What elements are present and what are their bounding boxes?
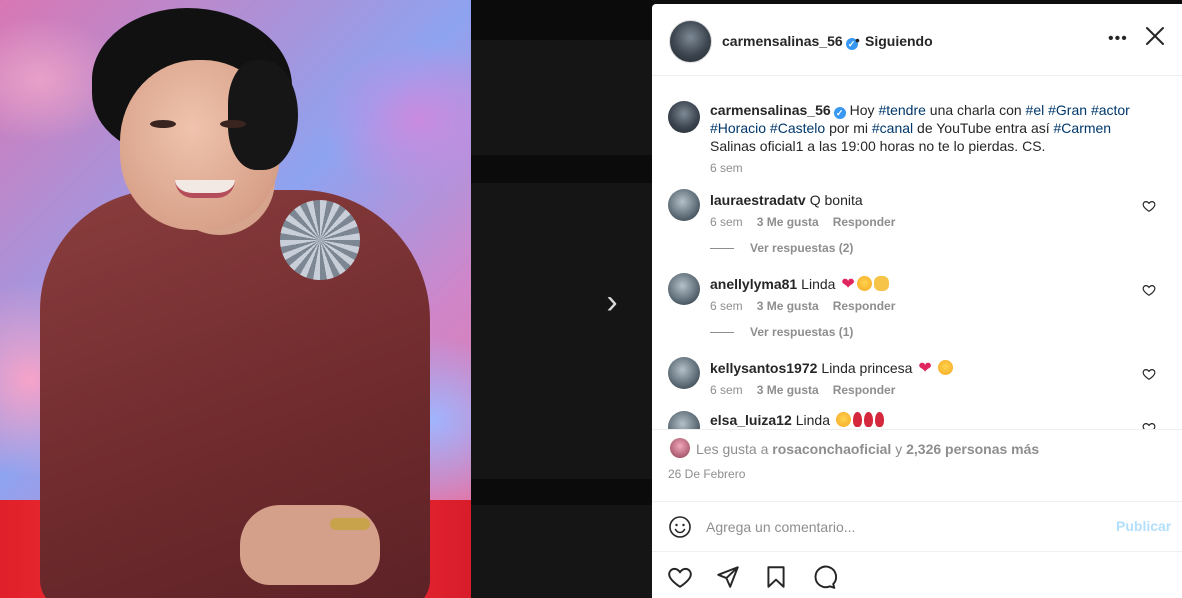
commenter-username[interactable]: kellysantos1972 xyxy=(710,360,817,376)
commenter-avatar[interactable] xyxy=(668,273,700,305)
hashtag[interactable]: #Horacio xyxy=(710,120,766,136)
hashtag[interactable]: #Castelo xyxy=(770,120,825,136)
hashtag[interactable]: #Carmen xyxy=(1054,120,1112,136)
like-comment-heart-icon[interactable] xyxy=(1142,367,1156,381)
red-heart-emoji-icon: ❤ xyxy=(841,276,855,293)
commenter-avatar[interactable] xyxy=(668,189,700,221)
commenter-username[interactable]: lauraestradatv xyxy=(710,192,806,208)
more-horizontal-icon[interactable]: ••• xyxy=(1108,30,1128,48)
rose-emoji-icon xyxy=(874,412,884,427)
caption-text: carmensalinas_56 ✓ Hoy #tendre una charla … xyxy=(710,102,1130,154)
smiling-hearts-emoji-icon xyxy=(835,412,851,427)
hashtag[interactable]: #el xyxy=(1026,102,1045,118)
comment-meta: 6 sem 3 Me gusta Responder xyxy=(710,299,909,313)
verified-badge-icon: ✓ xyxy=(833,107,846,119)
reply-button[interactable]: Responder xyxy=(833,383,896,397)
reply-button[interactable]: Responder xyxy=(833,215,896,229)
comment-text: Linda xyxy=(801,276,836,292)
view-replies-button[interactable]: Ver respuestas (2) xyxy=(710,241,853,255)
like-heart-icon[interactable] xyxy=(667,564,693,590)
modal-backdrop xyxy=(471,0,652,598)
post-photo xyxy=(0,0,471,598)
hashtag[interactable]: #actor xyxy=(1091,102,1130,118)
publish-button[interactable]: Publicar xyxy=(1116,518,1171,534)
commenter-avatar[interactable] xyxy=(668,411,700,429)
author-avatar[interactable] xyxy=(669,20,712,63)
heart-eyes-emoji-icon xyxy=(937,360,953,375)
emoji-picker-icon[interactable] xyxy=(668,515,692,539)
close-icon[interactable] xyxy=(1143,24,1167,48)
clapping-hands-emoji-icon xyxy=(873,276,889,291)
comment-likes[interactable]: 3 Me gusta xyxy=(757,215,819,229)
comment-meta: 6 sem 3 Me gusta Responder xyxy=(710,215,909,229)
hashtag[interactable]: #canal xyxy=(872,120,913,136)
brooch xyxy=(280,200,360,280)
heart-eyes-emoji-icon xyxy=(856,276,872,291)
rose-emoji-icon xyxy=(863,412,873,427)
reply-button[interactable]: Responder xyxy=(833,299,896,313)
like-comment-heart-icon[interactable] xyxy=(1142,199,1156,213)
like-comment-heart-icon[interactable] xyxy=(1142,421,1156,429)
comment-time: 6 sem xyxy=(710,215,743,229)
likes-section: Les gusta a rosaconchaoficial y 2,326 pe… xyxy=(652,429,1182,501)
comments-list[interactable]: carmensalinas_56 ✓ Hoy #tendre una charla … xyxy=(652,77,1182,429)
red-heart-emoji-icon: ❤ xyxy=(918,360,932,377)
author-username[interactable]: carmensalinas_56 ✓ xyxy=(722,33,858,50)
comment-meta: 6 sem 3 Me gusta Responder xyxy=(710,383,909,397)
comment-text: Linda xyxy=(795,412,830,428)
comment-time: 6 sem xyxy=(710,383,743,397)
post-detail-panel: carmensalinas_56 ✓ • Siguiendo ••• carmen… xyxy=(652,4,1182,598)
comment-text: Linda princesa xyxy=(821,360,913,376)
caption-username[interactable]: carmensalinas_56 ✓ xyxy=(710,102,846,119)
next-arrow-icon[interactable]: › xyxy=(601,285,623,319)
commenter-avatar[interactable] xyxy=(668,357,700,389)
hashtag[interactable]: #Gran xyxy=(1048,102,1087,118)
comment-text: Q bonita xyxy=(809,192,863,208)
separator-dot: • xyxy=(855,32,860,48)
commenter-username[interactable]: anellylyma81 xyxy=(710,276,797,292)
comment-bubble-icon[interactable] xyxy=(811,564,837,590)
comment-likes[interactable]: 3 Me gusta xyxy=(757,383,819,397)
likes-summary[interactable]: Les gusta a rosaconchaoficial y 2,326 pe… xyxy=(696,441,1039,457)
first-liker[interactable]: rosaconchaoficial xyxy=(772,441,891,457)
like-comment-heart-icon[interactable] xyxy=(1142,283,1156,297)
hashtag[interactable]: #tendre xyxy=(878,102,925,118)
view-replies-button[interactable]: Ver respuestas (1) xyxy=(710,325,853,339)
comment-time: 6 sem xyxy=(710,299,743,313)
rose-emoji-icon xyxy=(852,412,862,427)
share-send-icon[interactable] xyxy=(715,564,741,590)
post-date: 26 De Febrero xyxy=(668,467,746,481)
author-avatar[interactable] xyxy=(668,101,700,133)
other-likers[interactable]: 2,326 personas más xyxy=(906,441,1039,457)
post-actions-bar xyxy=(652,551,1182,598)
post-header: carmensalinas_56 ✓ • Siguiendo ••• xyxy=(652,4,1182,76)
comment-composer: Publicar xyxy=(652,501,1182,551)
comment-likes[interactable]: 3 Me gusta xyxy=(757,299,819,313)
following-button[interactable]: Siguiendo xyxy=(865,33,933,49)
caption-time: 6 sem xyxy=(710,161,743,175)
comment-input[interactable] xyxy=(706,510,1096,544)
save-bookmark-icon[interactable] xyxy=(763,564,789,590)
commenter-username[interactable]: elsa_luiza12 xyxy=(710,412,792,428)
liker-avatar[interactable] xyxy=(670,438,690,458)
